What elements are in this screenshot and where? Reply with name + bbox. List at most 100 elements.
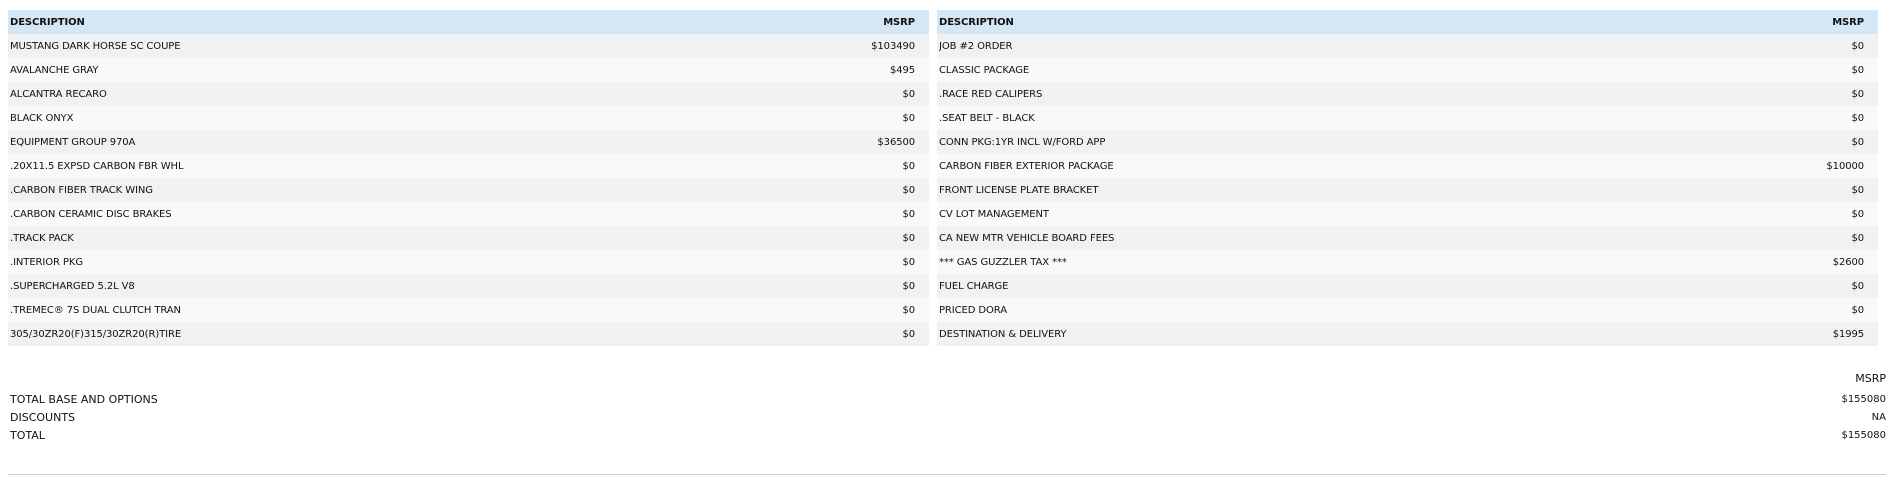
left-options-table: DESCRIPTION MSRP MUSTANG DARK HORSE SC C… xyxy=(8,10,929,346)
row-description: JOB #2 ORDER xyxy=(939,40,1013,52)
row-description: CARBON FIBER EXTERIOR PACKAGE xyxy=(939,160,1114,172)
row-msrp: $1995 xyxy=(1832,328,1864,340)
row-msrp: $2600 xyxy=(1832,256,1864,268)
row-msrp: $0 xyxy=(1851,304,1864,316)
msrp-header: MSRP xyxy=(1832,16,1864,28)
table-row: FUEL CHARGE $0 xyxy=(937,274,1878,298)
table-row: CA NEW MTR VEHICLE BOARD FEES $0 xyxy=(937,226,1878,250)
row-description: .RACE RED CALIPERS xyxy=(939,88,1043,100)
row-description: .CARBON FIBER TRACK WING xyxy=(10,184,153,196)
row-description: ALCANTRA RECARO xyxy=(10,88,107,100)
table-row: BLACK ONYX $0 xyxy=(8,106,929,130)
table-row: CONN PKG:1YR INCL W/FORD APP $0 xyxy=(937,130,1878,154)
row-msrp: $10000 xyxy=(1826,160,1864,172)
row-description: *** GAS GUZZLER TAX *** xyxy=(939,256,1067,268)
description-header: DESCRIPTION xyxy=(939,16,1014,28)
table-row: CV LOT MANAGEMENT $0 xyxy=(937,202,1878,226)
table-row: *** GAS GUZZLER TAX *** $2600 xyxy=(937,250,1878,274)
row-msrp: $0 xyxy=(902,160,915,172)
table-row: .TRACK PACK $0 xyxy=(8,226,929,250)
table-row: .CARBON CERAMIC DISC BRAKES $0 xyxy=(8,202,929,226)
right-table-body: JOB #2 ORDER $0 CLASSIC PACKAGE $0 .RACE RED… xyxy=(937,34,1878,346)
row-msrp: $0 xyxy=(902,328,915,340)
row-msrp: $0 xyxy=(1851,40,1864,52)
total-value: NA xyxy=(1871,411,1886,423)
table-row: MUSTANG DARK HORSE SC COUPE $103490 xyxy=(8,34,929,58)
row-msrp: $0 xyxy=(1851,280,1864,292)
row-msrp: $0 xyxy=(902,280,915,292)
row-description: CV LOT MANAGEMENT xyxy=(939,208,1049,220)
total-value: $155080 xyxy=(1841,393,1886,405)
row-description: BLACK ONYX xyxy=(10,112,74,124)
table-row: DESTINATION & DELIVERY $1995 xyxy=(937,322,1878,346)
table-row: .SEAT BELT - BLACK $0 xyxy=(937,106,1878,130)
table-row: .INTERIOR PKG $0 xyxy=(8,250,929,274)
row-msrp: $0 xyxy=(902,112,915,124)
row-msrp: $0 xyxy=(902,256,915,268)
row-description: DESTINATION & DELIVERY xyxy=(939,328,1067,340)
row-description: FRONT LICENSE PLATE BRACKET xyxy=(939,184,1099,196)
table-row: EQUIPMENT GROUP 970A $36500 xyxy=(8,130,929,154)
table-row: .RACE RED CALIPERS $0 xyxy=(937,82,1878,106)
table-row: CARBON FIBER EXTERIOR PACKAGE $10000 xyxy=(937,154,1878,178)
table-row: PRICED DORA $0 xyxy=(937,298,1878,322)
left-table-body: MUSTANG DARK HORSE SC COUPE $103490 AVALAN… xyxy=(8,34,929,346)
table-row: .CARBON FIBER TRACK WING $0 xyxy=(8,178,929,202)
bottom-divider xyxy=(8,474,1886,475)
row-description: .TRACK PACK xyxy=(10,232,74,244)
total-value: $155080 xyxy=(1841,429,1886,441)
right-options-table: DESCRIPTION MSRP JOB #2 ORDER $0 CLASSIC P… xyxy=(937,10,1878,346)
row-msrp: $0 xyxy=(1851,184,1864,196)
total-base-row: TOTAL BASE AND OPTIONS $155080 xyxy=(10,390,1886,408)
table-row: .SUPERCHARGED 5.2L V8 $0 xyxy=(8,274,929,298)
total-label: TOTAL xyxy=(10,428,45,442)
row-msrp: $0 xyxy=(1851,232,1864,244)
row-description: .CARBON CERAMIC DISC BRAKES xyxy=(10,208,172,220)
totals-msrp-header: MSRP xyxy=(1855,372,1886,385)
table-row: ALCANTRA RECARO $0 xyxy=(8,82,929,106)
row-msrp: $0 xyxy=(902,232,915,244)
table-row: .20X11.5 EXPSD CARBON FBR WHL $0 xyxy=(8,154,929,178)
table-row: .TREMEC® 7S DUAL CLUTCH TRAN $0 xyxy=(8,298,929,322)
grand-total-row: TOTAL $155080 xyxy=(10,426,1886,444)
row-description: MUSTANG DARK HORSE SC COUPE xyxy=(10,40,181,52)
row-msrp: $0 xyxy=(1851,64,1864,76)
total-label: DISCOUNTS xyxy=(10,410,76,424)
row-msrp: $0 xyxy=(902,184,915,196)
table-row: AVALANCHE GRAY $495 xyxy=(8,58,929,82)
row-description: .INTERIOR PKG xyxy=(10,256,83,268)
table-row: CLASSIC PACKAGE $0 xyxy=(937,58,1878,82)
row-msrp: $0 xyxy=(1851,112,1864,124)
row-description: PRICED DORA xyxy=(939,304,1007,316)
msrp-header: MSRP xyxy=(883,16,915,28)
row-description: 305/30ZR20(F)315/30ZR20(R)TIRE xyxy=(10,328,182,340)
row-description: AVALANCHE GRAY xyxy=(10,64,99,76)
row-msrp: $0 xyxy=(902,208,915,220)
row-description: .SUPERCHARGED 5.2L V8 xyxy=(10,280,135,292)
row-description: EQUIPMENT GROUP 970A xyxy=(10,136,136,148)
msrp-sheet: DESCRIPTION MSRP MUSTANG DARK HORSE SC C… xyxy=(0,0,1894,478)
row-description: .TREMEC® 7S DUAL CLUTCH TRAN xyxy=(10,304,181,316)
options-tables: DESCRIPTION MSRP MUSTANG DARK HORSE SC C… xyxy=(8,10,1878,346)
row-msrp: $0 xyxy=(1851,208,1864,220)
row-msrp: $0 xyxy=(1851,136,1864,148)
description-header: DESCRIPTION xyxy=(10,16,85,28)
table-row: JOB #2 ORDER $0 xyxy=(937,34,1878,58)
total-label: TOTAL BASE AND OPTIONS xyxy=(10,392,158,406)
row-msrp: $0 xyxy=(902,304,915,316)
row-description: .SEAT BELT - BLACK xyxy=(939,112,1035,124)
row-description: FUEL CHARGE xyxy=(939,280,1009,292)
row-description: CA NEW MTR VEHICLE BOARD FEES xyxy=(939,232,1115,244)
table-header: DESCRIPTION MSRP xyxy=(8,10,929,34)
row-description: CONN PKG:1YR INCL W/FORD APP xyxy=(939,136,1106,148)
row-msrp: $495 xyxy=(889,64,915,76)
row-msrp: $36500 xyxy=(877,136,915,148)
row-msrp: $0 xyxy=(1851,88,1864,100)
table-row: 305/30ZR20(F)315/30ZR20(R)TIRE $0 xyxy=(8,322,929,346)
table-header: DESCRIPTION MSRP xyxy=(937,10,1878,34)
discounts-row: DISCOUNTS NA xyxy=(10,408,1886,426)
table-row: FRONT LICENSE PLATE BRACKET $0 xyxy=(937,178,1878,202)
row-msrp: $103490 xyxy=(871,40,915,52)
row-description: .20X11.5 EXPSD CARBON FBR WHL xyxy=(10,160,184,172)
row-description: CLASSIC PACKAGE xyxy=(939,64,1030,76)
